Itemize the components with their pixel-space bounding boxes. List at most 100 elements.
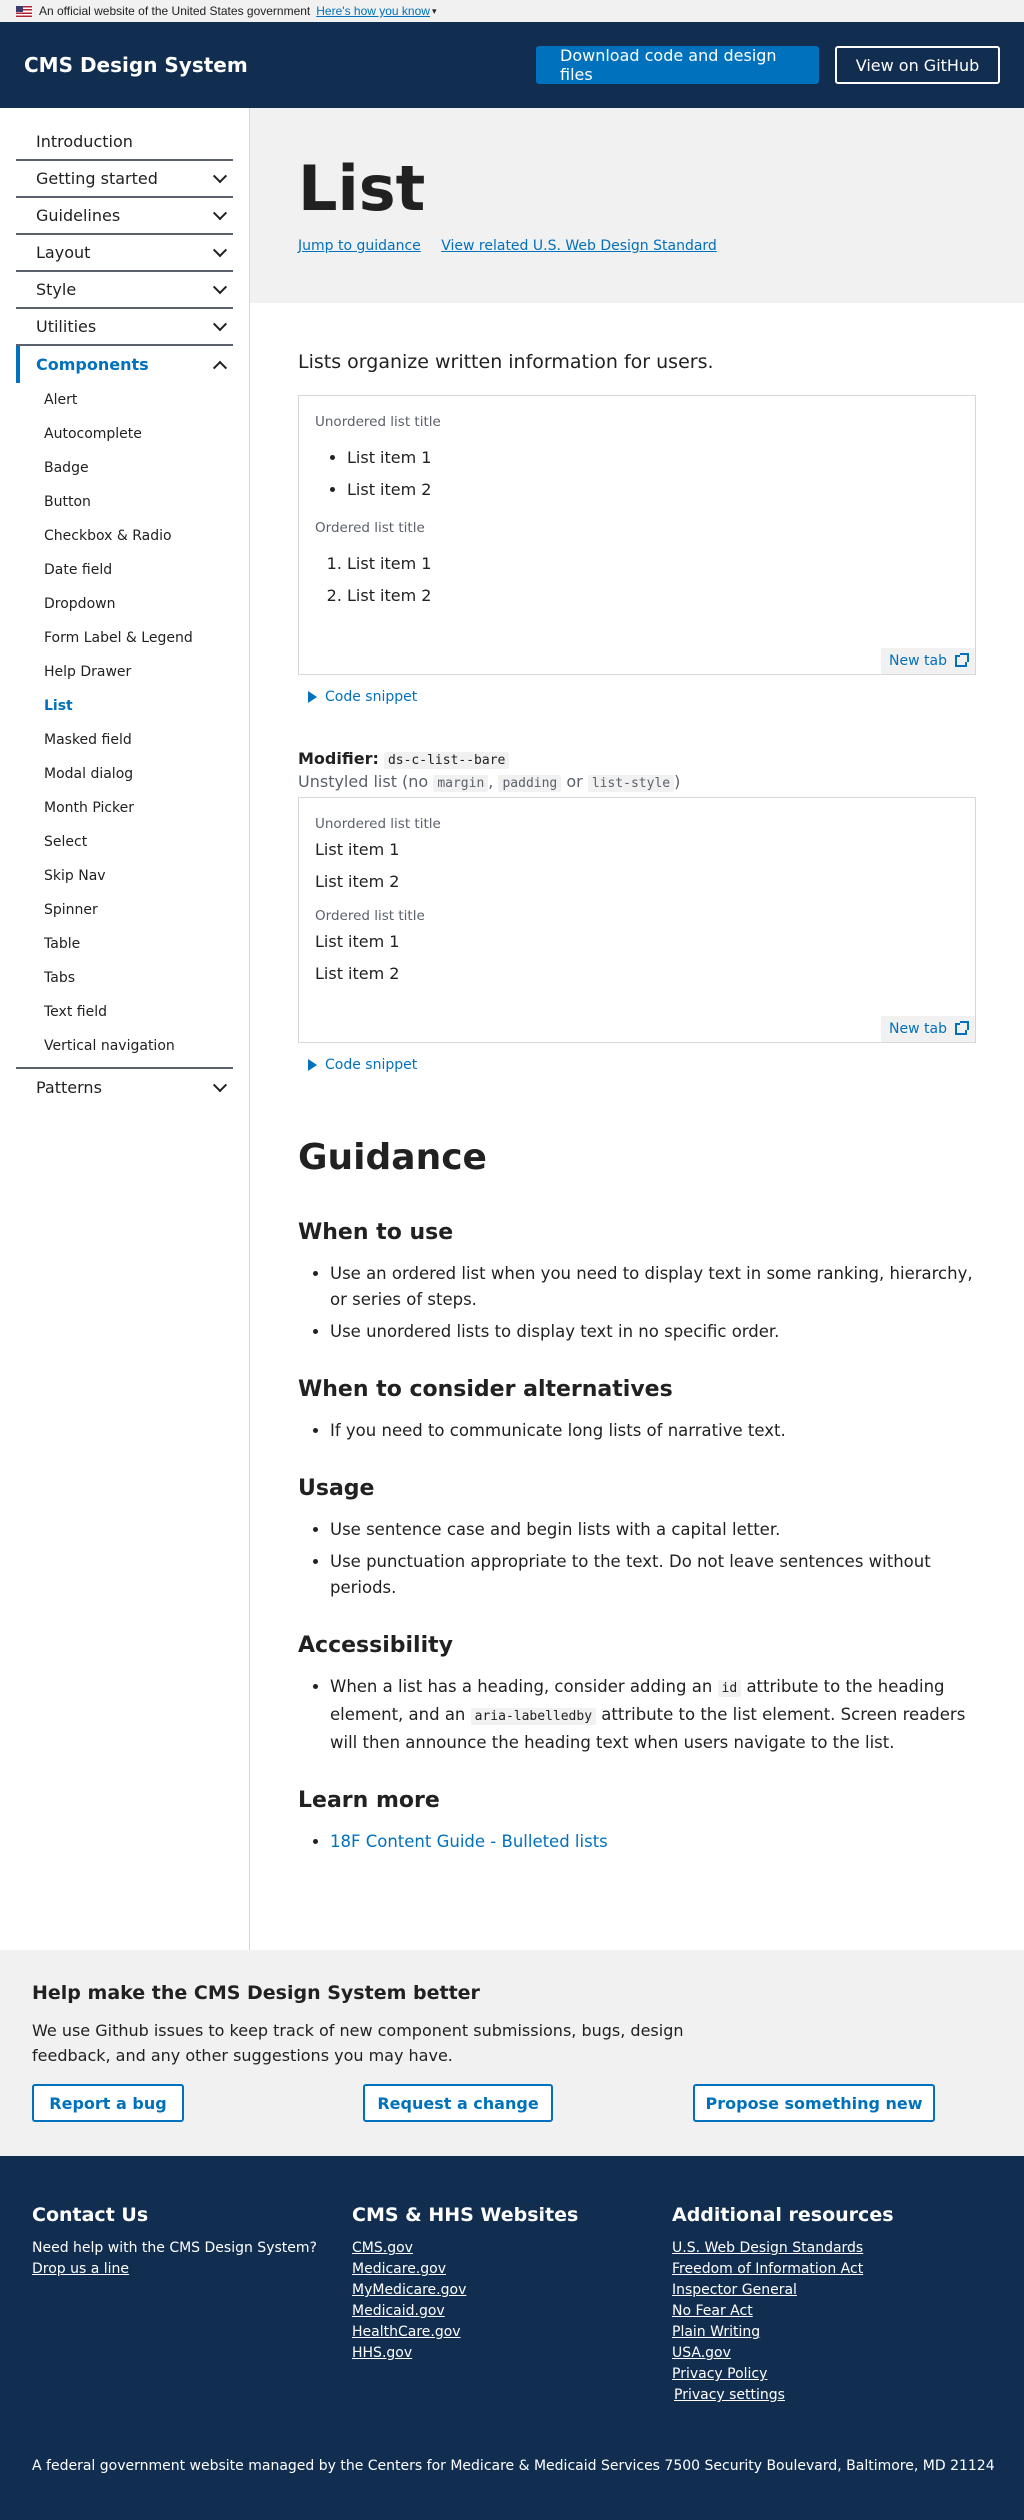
github-button[interactable]: View on GitHub xyxy=(835,46,1000,84)
list-item: List item 1 xyxy=(315,840,400,859)
sidebar-subitem[interactable]: Button xyxy=(16,485,233,519)
example-preview: Unordered list title List item 1 List it… xyxy=(298,395,976,675)
sidebar-subitem[interactable]: Text field xyxy=(16,995,233,1029)
sidebar-nav: Introduction Getting started Guidelines … xyxy=(0,108,250,1950)
jump-to-guidance-link[interactable]: Jump to guidance xyxy=(298,238,421,254)
uswds-link[interactable]: View related U.S. Web Design Standard xyxy=(441,238,717,254)
components-sublist: Alert Autocomplete Badge Button Checkbox… xyxy=(16,383,233,1069)
download-button[interactable]: Download code and design files xyxy=(536,46,819,84)
chevron-down-icon xyxy=(212,316,228,331)
footer-link[interactable]: USA.gov xyxy=(672,2343,992,2364)
modifier-heading: Modifier: ds-c-list--bare xyxy=(298,749,976,769)
guidance-section: Guidance When to use Use an ordered list… xyxy=(298,1137,976,1855)
chevron-down-icon xyxy=(212,168,228,183)
caret-right-icon xyxy=(308,1059,317,1071)
list-item: List item 2 xyxy=(315,872,400,891)
footer-link[interactable]: CMS.gov xyxy=(352,2238,672,2259)
sidebar-item-style[interactable]: Style xyxy=(16,272,233,309)
report-bug-button[interactable]: Report a bug xyxy=(32,2084,184,2122)
footer-link[interactable]: HealthCare.gov xyxy=(352,2322,672,2343)
feedback-text: We use Github issues to keep track of ne… xyxy=(32,2021,684,2065)
sidebar-subitem[interactable]: Date field xyxy=(16,553,233,587)
feedback-heading: Help make the CMS Design System better xyxy=(32,1982,480,2004)
when-to-use-list: Use an ordered list when you need to dis… xyxy=(298,1261,976,1345)
footer-resources: Additional resources U.S. Web Design Sta… xyxy=(672,2204,992,2406)
guidance-heading: Guidance xyxy=(298,1137,487,1178)
footer-link[interactable]: Medicare.gov xyxy=(352,2259,672,2280)
chevron-down-icon xyxy=(212,279,228,294)
footer-link[interactable]: Privacy Policy xyxy=(672,2364,992,2385)
sidebar-item-patterns[interactable]: Patterns xyxy=(16,1069,233,1106)
chevron-down-icon xyxy=(212,1077,228,1092)
list-item: If you need to communicate long lists of… xyxy=(330,1418,976,1444)
code-snippet-toggle[interactable]: Code snippet xyxy=(308,689,976,705)
sidebar-subitem[interactable]: Modal dialog xyxy=(16,757,233,791)
when-to-use-heading: When to use xyxy=(298,1220,454,1245)
drop-us-a-line-link[interactable]: Drop us a line xyxy=(32,2259,352,2280)
alternatives-heading: When to consider alternatives xyxy=(298,1377,673,1402)
gov-banner-text: An official website of the United States… xyxy=(39,4,311,18)
bare-ordered-list: List item 1 List item 2 xyxy=(315,926,959,990)
site-title[interactable]: CMS Design System xyxy=(24,53,248,77)
sidebar-subitem[interactable]: Badge xyxy=(16,451,233,485)
chevron-down-icon[interactable]: ▾ xyxy=(432,6,437,17)
new-tab-button[interactable]: New tab xyxy=(881,648,975,674)
sidebar-item-components[interactable]: Components xyxy=(16,346,233,383)
ordered-list: List item 1 List item 2 xyxy=(315,548,959,612)
gov-banner: An official website of the United States… xyxy=(0,0,1024,22)
list-item: List item 2 xyxy=(347,474,959,506)
footer-link[interactable]: U.S. Web Design Standards xyxy=(672,2238,992,2259)
site-footer: Contact Us Need help with the CMS Design… xyxy=(0,2156,1024,2520)
sidebar-subitem[interactable]: Spinner xyxy=(16,893,233,927)
heres-how-you-know-link[interactable]: Here's how you know xyxy=(316,4,430,18)
example-preview-bare: Unordered list title List item 1 List it… xyxy=(298,797,976,1043)
footer-link[interactable]: Plain Writing xyxy=(672,2322,992,2343)
page-hero: List Jump to guidance View related U.S. … xyxy=(250,108,1024,303)
sidebar-subitem[interactable]: Month Picker xyxy=(16,791,233,825)
footer-contact: Contact Us Need help with the CMS Design… xyxy=(32,2204,352,2406)
sidebar-subitem[interactable]: Checkbox & Radio xyxy=(16,519,233,553)
footer-link[interactable]: Medicaid.gov xyxy=(352,2301,672,2322)
usage-heading: Usage xyxy=(298,1476,375,1501)
request-change-button[interactable]: Request a change xyxy=(363,2084,553,2122)
sidebar-subitem[interactable]: Help Drawer xyxy=(16,655,233,689)
sidebar-subitem[interactable]: Vertical navigation xyxy=(16,1029,233,1063)
footer-link[interactable]: MyMedicare.gov xyxy=(352,2280,672,2301)
sidebar-subitem[interactable]: Alert xyxy=(16,383,233,417)
sidebar-item-getting-started[interactable]: Getting started xyxy=(16,161,233,198)
sidebar-subitem[interactable]: Autocomplete xyxy=(16,417,233,451)
sidebar-item-introduction[interactable]: Introduction xyxy=(16,124,233,161)
feedback-section: Help make the CMS Design System better W… xyxy=(0,1950,1024,2156)
content-guide-link[interactable]: 18F Content Guide - Bulleted lists xyxy=(330,1832,608,1851)
site-header: CMS Design System Download code and desi… xyxy=(0,22,1024,108)
footer-link[interactable]: No Fear Act xyxy=(672,2301,992,2322)
sidebar-item-utilities[interactable]: Utilities xyxy=(16,309,233,346)
sidebar-item-layout[interactable]: Layout xyxy=(16,235,233,272)
sidebar-item-guidelines[interactable]: Guidelines xyxy=(16,198,233,235)
chevron-up-icon xyxy=(212,360,228,375)
sidebar-subitem[interactable]: Dropdown xyxy=(16,587,233,621)
sidebar-subitem[interactable]: Select xyxy=(16,825,233,859)
footer-link[interactable]: HHS.gov xyxy=(352,2343,672,2364)
sidebar-subitem[interactable]: Tabs xyxy=(16,961,233,995)
sidebar-subitem[interactable]: Table xyxy=(16,927,233,961)
accessibility-list: When a list has a heading, consider addi… xyxy=(298,1674,976,1756)
sidebar-subitem[interactable]: Masked field xyxy=(16,723,233,757)
new-tab-button[interactable]: New tab xyxy=(881,1016,975,1042)
footer-link[interactable]: Inspector General xyxy=(672,2280,992,2301)
learn-more-list: 18F Content Guide - Bulleted lists xyxy=(298,1829,976,1855)
footer-link[interactable]: Freedom of Information Act xyxy=(672,2259,992,2280)
alternatives-list: If you need to communicate long lists of… xyxy=(298,1418,976,1444)
propose-new-button[interactable]: Propose something new xyxy=(693,2084,935,2122)
list-item: 18F Content Guide - Bulleted lists xyxy=(330,1829,976,1855)
sidebar-subitem[interactable]: Skip Nav xyxy=(16,859,233,893)
privacy-settings-link[interactable]: Privacy settings xyxy=(674,2385,992,2406)
sidebar-subitem-current[interactable]: List xyxy=(16,689,233,723)
caret-right-icon xyxy=(308,691,317,703)
code-snippet-toggle[interactable]: Code snippet xyxy=(308,1057,976,1073)
page-title: List xyxy=(298,152,426,225)
list-item: List item 1 xyxy=(347,442,959,474)
sidebar-subitem[interactable]: Form Label & Legend xyxy=(16,621,233,655)
list-item: Use punctuation appropriate to the text.… xyxy=(330,1549,976,1601)
modifier-class: ds-c-list--bare xyxy=(383,752,510,769)
